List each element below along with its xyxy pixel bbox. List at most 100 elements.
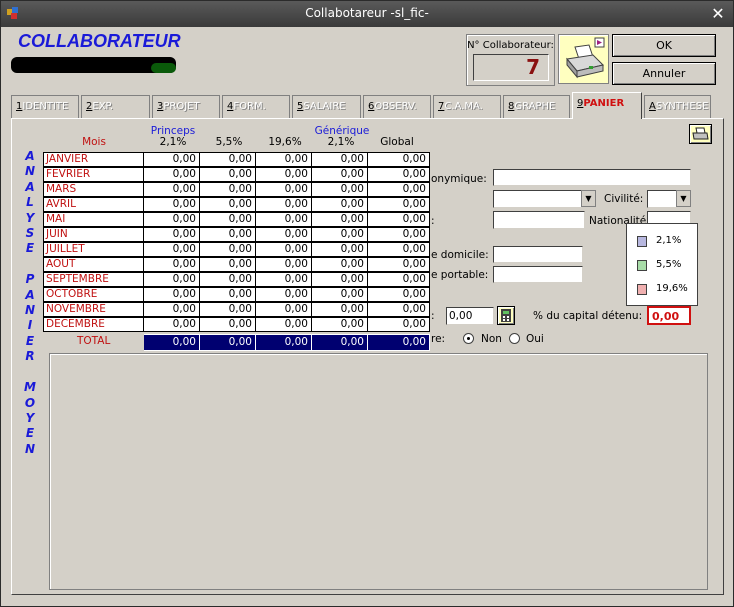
value-cell[interactable]: 0,00 xyxy=(312,257,368,272)
value-cell[interactable]: 0,00 xyxy=(144,167,200,182)
month-cell[interactable]: DECEMBRE xyxy=(43,317,144,332)
value-cell[interactable]: 0,00 xyxy=(368,167,430,182)
tel-portable-input[interactable] xyxy=(493,266,583,283)
panel-print-button[interactable] xyxy=(689,124,712,144)
value-cell[interactable]: 0,00 xyxy=(256,287,312,302)
month-cell[interactable]: JUILLET xyxy=(43,242,144,257)
value-cell[interactable]: 0,00 xyxy=(144,257,200,272)
capital-input[interactable]: 0,00 xyxy=(647,306,691,325)
value-cell[interactable]: 0,00 xyxy=(144,272,200,287)
tab-salaire[interactable]: 5SALAIRE xyxy=(292,95,361,119)
text-input[interactable] xyxy=(493,211,585,229)
value-cell[interactable]: 0,00 xyxy=(312,167,368,182)
month-cell[interactable]: SEPTEMBRE xyxy=(43,272,144,287)
value-cell[interactable]: 0,00 xyxy=(256,197,312,212)
tel-domicile-input[interactable] xyxy=(493,246,583,263)
month-cell[interactable]: NOVEMBRE xyxy=(43,302,144,317)
value-cell[interactable]: 0,00 xyxy=(144,287,200,302)
value-cell[interactable]: 0,00 xyxy=(256,257,312,272)
value-cell[interactable]: 0,00 xyxy=(144,152,200,167)
value-cell[interactable]: 0,00 xyxy=(368,212,430,227)
value-cell[interactable]: 0,00 xyxy=(256,152,312,167)
title-bar[interactable]: Collabotareur -sl_fic- ✕ xyxy=(1,1,733,27)
value-cell[interactable]: 0,00 xyxy=(312,302,368,317)
value-cell[interactable]: 0,00 xyxy=(312,242,368,257)
value-cell[interactable]: 0,00 xyxy=(256,302,312,317)
table-row: OCTOBRE 0,00 0,00 0,00 0,00 0,00 xyxy=(43,287,430,302)
value-cell[interactable]: 0,00 xyxy=(256,212,312,227)
month-cell[interactable]: OCTOBRE xyxy=(43,287,144,302)
tab-identite[interactable]: 1IDENTITE xyxy=(11,95,79,119)
value-cell[interactable]: 0,00 xyxy=(368,272,430,287)
month-cell[interactable]: AOUT xyxy=(43,257,144,272)
tab-synthese[interactable]: ASYNTHESE xyxy=(644,95,711,119)
value-cell[interactable]: 0,00 xyxy=(200,212,256,227)
value-cell[interactable]: 0,00 xyxy=(312,272,368,287)
radio-non[interactable] xyxy=(463,333,474,344)
month-cell[interactable]: MARS xyxy=(43,182,144,197)
tab-observ[interactable]: 6OBSERV. xyxy=(363,95,431,119)
tab-graphe[interactable]: 8GRAPHE xyxy=(503,95,570,119)
value-cell[interactable]: 0,00 xyxy=(368,257,430,272)
value-cell[interactable]: 0,00 xyxy=(200,287,256,302)
value-cell[interactable]: 0,00 xyxy=(368,242,430,257)
value-cell[interactable]: 0,00 xyxy=(312,212,368,227)
month-cell[interactable]: JANVIER xyxy=(43,152,144,167)
value-cell[interactable]: 0,00 xyxy=(368,152,430,167)
month-cell[interactable]: MAI xyxy=(43,212,144,227)
value-cell[interactable]: 0,00 xyxy=(368,182,430,197)
value-cell[interactable]: 0,00 xyxy=(144,182,200,197)
value-cell[interactable]: 0,00 xyxy=(256,242,312,257)
value-cell[interactable]: 0,00 xyxy=(256,227,312,242)
value-cell[interactable]: 0,00 xyxy=(144,302,200,317)
value-cell[interactable]: 0,00 xyxy=(256,317,312,332)
value-cell[interactable]: 0,00 xyxy=(200,227,256,242)
value-cell[interactable]: 0,00 xyxy=(312,317,368,332)
value-cell[interactable]: 0,00 xyxy=(312,182,368,197)
ok-button[interactable]: OK xyxy=(612,34,716,57)
value-cell[interactable]: 0,00 xyxy=(144,227,200,242)
value-cell[interactable]: 0,00 xyxy=(312,287,368,302)
value-cell[interactable]: 0,00 xyxy=(144,197,200,212)
value-cell[interactable]: 0,00 xyxy=(200,242,256,257)
month-cell[interactable]: JUIN xyxy=(43,227,144,242)
value-cell[interactable]: 0,00 xyxy=(144,317,200,332)
value-cell[interactable]: 0,00 xyxy=(200,257,256,272)
value-cell[interactable]: 0,00 xyxy=(200,272,256,287)
value-cell[interactable]: 0,00 xyxy=(144,212,200,227)
value-cell[interactable]: 0,00 xyxy=(368,317,430,332)
close-icon[interactable]: ✕ xyxy=(709,5,727,23)
value-cell[interactable]: 0,00 xyxy=(200,302,256,317)
month-cell[interactable]: FEVRIER xyxy=(43,167,144,182)
value-cell[interactable]: 0,00 xyxy=(256,167,312,182)
calculator-button[interactable] xyxy=(497,306,515,325)
tab-form[interactable]: 4FORM. xyxy=(222,95,290,119)
print-button[interactable] xyxy=(558,34,609,84)
value-cell[interactable]: 0,00 xyxy=(312,152,368,167)
tab-projet[interactable]: 3PROJET xyxy=(152,95,220,119)
tab-exp[interactable]: 2EXP. xyxy=(81,95,150,119)
chevron-down-icon[interactable]: ▼ xyxy=(676,190,691,207)
value-cell[interactable]: 0,00 xyxy=(200,317,256,332)
value-cell[interactable]: 0,00 xyxy=(200,152,256,167)
value-cell[interactable]: 0,00 xyxy=(368,227,430,242)
value-cell[interactable]: 0,00 xyxy=(200,197,256,212)
value-cell[interactable]: 0,00 xyxy=(256,272,312,287)
value-cell[interactable]: 0,00 xyxy=(312,227,368,242)
amount-input[interactable]: 0,00 xyxy=(446,307,494,325)
value-cell[interactable]: 0,00 xyxy=(256,182,312,197)
pseudonyme-input[interactable] xyxy=(493,169,691,186)
cancel-button[interactable]: Annuler xyxy=(612,62,716,85)
value-cell[interactable]: 0,00 xyxy=(200,167,256,182)
radio-oui[interactable] xyxy=(509,333,520,344)
value-cell[interactable]: 0,00 xyxy=(312,197,368,212)
value-cell[interactable]: 0,00 xyxy=(200,182,256,197)
tab-c-a-ma[interactable]: 7C.A.MA. xyxy=(433,95,501,119)
chevron-down-icon[interactable]: ▼ xyxy=(581,190,596,207)
value-cell[interactable]: 0,00 xyxy=(368,197,430,212)
value-cell[interactable]: 0,00 xyxy=(368,302,430,317)
month-cell[interactable]: AVRIL xyxy=(43,197,144,212)
tab-panier[interactable]: 9PANIER xyxy=(572,92,642,119)
value-cell[interactable]: 0,00 xyxy=(144,242,200,257)
value-cell[interactable]: 0,00 xyxy=(368,287,430,302)
